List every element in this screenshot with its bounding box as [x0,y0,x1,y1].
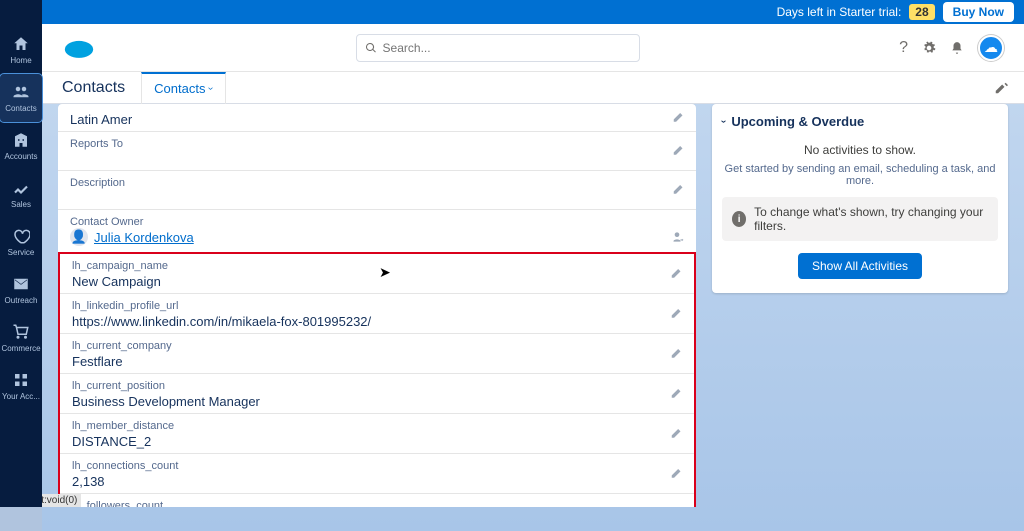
lh-followers-label: lh_followers_count [72,500,682,507]
object-tabs: Contacts Contacts › [42,72,1024,104]
tab-contacts[interactable]: Contacts › [141,72,226,104]
field-title-value: Latin Amer [70,110,684,127]
grid-icon [12,371,30,389]
activity-empty: No activities to show. [722,137,998,163]
field-title: Latin Amer [58,104,696,132]
field-lh-company: lh_current_company Festflare [60,334,694,374]
activity-sub: Get started by sending an email, schedul… [722,163,998,197]
gear-icon[interactable] [922,41,936,55]
lh-position-value: Business Development Manager [72,392,682,409]
trial-text: Days left in Starter trial: [777,5,902,19]
chart-icon [12,179,30,197]
lh-url-label: lh_linkedin_profile_url [72,300,682,312]
edit-title[interactable] [672,109,686,126]
field-lh-distance: lh_member_distance DISTANCE_2 [60,414,694,454]
nav-sales-label: Sales [11,200,31,209]
field-lh-campaign: lh_campaign_name New Campaign [60,254,694,294]
edit-lh-campaign[interactable] [670,265,684,282]
nav-home-label: Home [10,56,31,65]
nav-commerce-label: Commerce [1,344,40,353]
nav-outreach[interactable]: Outreach [0,266,42,314]
lh-company-label: lh_current_company [72,340,682,352]
owner-avatar-icon: 👤 [70,228,88,246]
edit-lh-company[interactable] [670,345,684,362]
global-header: ? ☁ [42,24,1024,72]
lh-campaign-value: New Campaign [72,272,682,289]
owner-link[interactable]: Julia Kordenkova [94,230,194,245]
description-value [70,189,684,205]
lh-url-value: https://www.linkedin.com/in/mikaela-fox-… [72,312,682,329]
lh-company-value: Festflare [72,352,682,369]
salesforce-logo [62,36,96,60]
owner-label: Contact Owner [70,216,684,228]
edit-description[interactable] [672,182,686,199]
pencil-icon[interactable] [994,81,1008,95]
nav-service[interactable]: Service [0,218,42,266]
page-title: Contacts [62,79,125,97]
reports-to-value [70,150,684,166]
people-icon [12,83,30,101]
filter-text: To change what's shown, try changing you… [754,205,988,233]
lh-distance-label: lh_member_distance [72,420,682,432]
nav-youraccount[interactable]: Your Acc... [0,362,42,410]
field-lh-followers: lh_followers_count 2,249 [60,494,694,507]
info-icon: i [732,211,746,227]
activity-heading: Upcoming & Overdue [731,114,864,129]
buy-now-button[interactable]: Buy Now [943,2,1014,22]
field-lh-connections: lh_connections_count 2,138 [60,454,694,494]
chevron-down-icon[interactable]: › [718,120,729,123]
details-card: Latin Amer Reports To Description Contac… [58,104,696,507]
left-nav: Home Contacts Accounts Sales Service Out… [0,0,42,507]
change-owner-icon[interactable] [670,230,684,244]
nav-contacts-label: Contacts [5,104,37,113]
activity-card: › Upcoming & Overdue No activities to sh… [712,104,1008,293]
nav-service-label: Service [8,248,35,257]
building-icon [12,131,30,149]
filter-message: i To change what's shown, try changing y… [722,197,998,241]
lh-position-label: lh_current_position [72,380,682,392]
lh-campaign-label: lh_campaign_name [72,260,682,272]
global-search[interactable] [356,34,640,62]
description-label: Description [70,177,684,189]
trial-banner: Days left in Starter trial: 28 Buy Now [0,0,1024,24]
edit-reports-to[interactable] [672,143,686,160]
bell-icon[interactable] [950,41,964,55]
field-reports-to: Reports To [58,132,696,171]
field-lh-url: lh_linkedin_profile_url https://www.link… [60,294,694,334]
search-icon [365,42,377,54]
nav-youraccount-label: Your Acc... [2,392,40,401]
nav-commerce[interactable]: Commerce [0,314,42,362]
lh-fields-highlight: lh_campaign_name New Campaign lh_linkedi… [58,252,696,507]
lh-distance-value: DISTANCE_2 [72,432,682,449]
search-input[interactable] [383,41,631,55]
trial-days-badge: 28 [909,4,934,20]
field-owner: Contact Owner 👤 Julia Kordenkova [58,210,696,250]
chevron-down-icon: › [206,87,217,90]
help-icon[interactable]: ? [899,39,908,57]
user-avatar[interactable]: ☁ [978,35,1004,61]
reports-to-label: Reports To [70,138,684,150]
tab-contacts-label: Contacts [154,81,205,96]
nav-contacts[interactable]: Contacts [0,74,42,122]
lh-connections-label: lh_connections_count [72,460,682,472]
nav-home[interactable]: Home [0,26,42,74]
edit-lh-url[interactable] [670,305,684,322]
edit-lh-position[interactable] [670,385,684,402]
home-icon [12,35,30,53]
field-lh-position: lh_current_position Business Development… [60,374,694,414]
show-all-activities-button[interactable]: Show All Activities [798,253,922,279]
edit-lh-distance[interactable] [670,425,684,442]
field-description: Description [58,171,696,210]
lh-connections-value: 2,138 [72,472,682,489]
mail-icon [12,275,30,293]
edit-lh-connections[interactable] [670,465,684,482]
cart-icon [12,323,30,341]
nav-accounts-label: Accounts [5,152,38,161]
heart-icon [12,227,30,245]
nav-accounts[interactable]: Accounts [0,122,42,170]
nav-sales[interactable]: Sales [0,170,42,218]
nav-outreach-label: Outreach [5,296,38,305]
